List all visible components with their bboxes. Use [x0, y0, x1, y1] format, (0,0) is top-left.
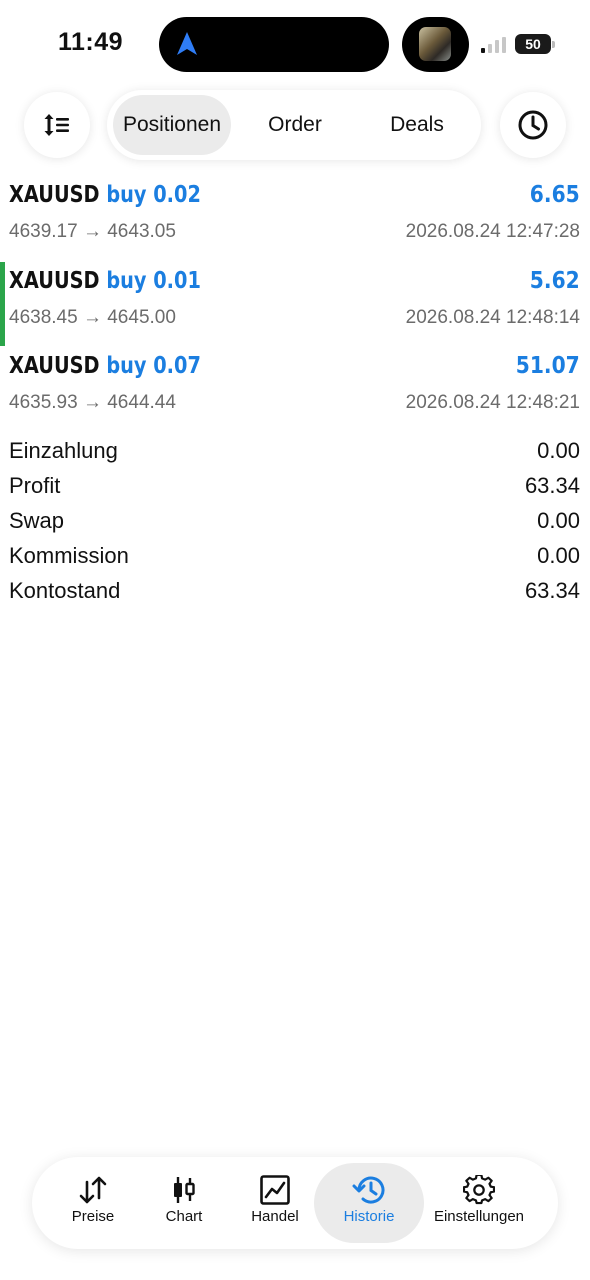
tab-label: Handel: [251, 1208, 299, 1225]
tab-label: Historie: [343, 1208, 395, 1225]
summary-value: 0.00: [537, 508, 580, 533]
summary-row-swap: Swap 0.00: [0, 504, 590, 539]
sort-list-icon: [44, 114, 69, 136]
trade-side: buy 0.07: [106, 353, 201, 379]
cellular-signal-icon: [481, 37, 506, 53]
bottom-tab-bar: Preise Chart Handel Historie Einstellung…: [32, 1157, 558, 1249]
trade-symbol: XAUUSD: [9, 267, 100, 294]
summary-value: 0.00: [537, 438, 580, 463]
quotes-arrows-icon: [79, 1176, 107, 1204]
sort-button[interactable]: [24, 92, 90, 158]
summary-value: 63.34: [524, 473, 580, 498]
tab-label: Preise: [71, 1208, 115, 1225]
trade-chart-icon: [260, 1175, 290, 1205]
trade-profit: 51.07: [515, 353, 580, 379]
battery-nub: [552, 41, 555, 48]
summary-label: Profit: [9, 473, 61, 498]
summary-row-kommission: Kommission 0.00: [0, 539, 590, 574]
tab-historie[interactable]: Historie: [314, 1163, 424, 1243]
top-toolbar: Positionen Order Deals: [0, 88, 590, 160]
trade-row[interactable]: XAUUSD buy 0.02 6.65 4639.17 → 4643.05 2…: [0, 172, 590, 258]
trade-row-selected[interactable]: XAUUSD buy 0.01 5.62 4638.45 → 4645.00 2…: [0, 258, 590, 346]
settings-gear-icon: [463, 1175, 495, 1205]
tab-chart[interactable]: Chart: [139, 1163, 229, 1243]
history-icon: [352, 1176, 385, 1204]
trade-title: XAUUSD buy 0.02: [9, 182, 201, 208]
tab-label: Chart: [165, 1208, 203, 1225]
trade-side: buy 0.01: [106, 267, 201, 294]
trade-title: XAUUSD buy 0.07: [9, 353, 201, 379]
segmented-control: Positionen Order Deals: [107, 90, 481, 160]
battery-icon: 50: [515, 34, 555, 54]
trade-time: 2026.08.24 12:48:21: [405, 392, 580, 413]
avatar-thumbnail: [419, 27, 451, 61]
trade-title: XAUUSD buy 0.01: [9, 268, 201, 294]
candlestick-icon: [174, 1177, 195, 1203]
period-button[interactable]: [500, 92, 566, 158]
trade-profit: 5.62: [530, 267, 580, 294]
summary-row-kontostand: Kontostand 63.34: [0, 574, 590, 609]
summary-value: 63.34: [524, 578, 580, 603]
summary-label: Swap: [9, 508, 65, 533]
tab-positionen[interactable]: Positionen: [113, 95, 231, 155]
summary-label: Kontostand: [9, 578, 121, 603]
dynamic-island[interactable]: [159, 17, 389, 72]
trade-prices: 4638.45 → 4645.00: [9, 306, 176, 328]
trade-row[interactable]: XAUUSD buy 0.07 51.07 4635.93 → 4644.44 …: [0, 343, 590, 429]
account-summary: Einzahlung 0.00 Profit 63.34 Swap 0.00 K…: [0, 434, 590, 609]
trade-prices: 4635.93 → 4644.44: [9, 392, 176, 413]
live-activity-avatar[interactable]: [402, 17, 469, 72]
selection-marker: [0, 261, 5, 346]
summary-row-profit: Profit 63.34: [0, 469, 590, 504]
trade-prices: 4639.17 → 4643.05: [9, 221, 176, 242]
status-bar: 11:49 50: [0, 0, 590, 88]
trade-list: XAUUSD buy 0.02 6.65 4639.17 → 4643.05 2…: [0, 172, 590, 429]
trade-symbol: XAUUSD: [9, 353, 100, 379]
trade-time: 2026.08.24 12:48:14: [405, 306, 580, 328]
clock-icon: [518, 110, 548, 140]
summary-value: 0.00: [537, 543, 580, 568]
trade-time: 2026.08.24 12:47:28: [405, 221, 580, 242]
tab-label: Einstellungen: [433, 1208, 525, 1225]
trade-side: buy 0.02: [106, 182, 201, 208]
summary-label: Einzahlung: [9, 438, 118, 463]
location-arrow-icon: [177, 32, 197, 55]
trade-symbol: XAUUSD: [9, 182, 100, 208]
status-time: 11:49: [58, 28, 124, 56]
tab-order[interactable]: Order: [237, 95, 353, 155]
trade-profit: 6.65: [530, 182, 580, 208]
tab-deals[interactable]: Deals: [359, 95, 475, 155]
battery-level: 50: [525, 36, 541, 52]
summary-label: Kommission: [9, 543, 129, 568]
tab-preise[interactable]: Preise: [48, 1163, 138, 1243]
tab-einstellungen[interactable]: Einstellungen: [424, 1163, 534, 1243]
tab-handel[interactable]: Handel: [230, 1163, 320, 1243]
summary-row-einzahlung: Einzahlung 0.00: [0, 434, 590, 469]
